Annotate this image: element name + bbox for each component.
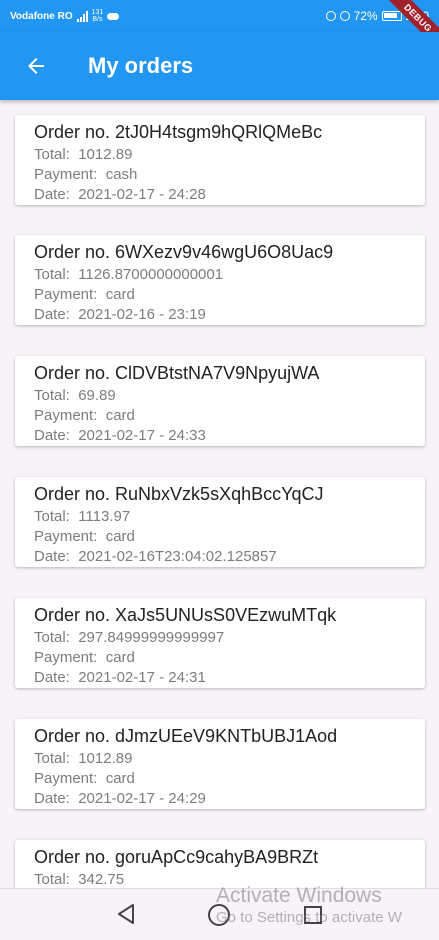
order-card[interactable]: Order no. 2tJ0H4tsgm9hQRlQMeBc Total: 10… <box>15 115 425 205</box>
order-payment: Payment: card <box>34 406 406 426</box>
date-label: Date: <box>34 790 70 807</box>
battery-percent: 72% <box>353 9 378 23</box>
payment-value: card <box>105 528 135 545</box>
order-payment: Payment: card <box>34 527 406 547</box>
order-total: Total: 297.84999999999997 <box>34 628 406 648</box>
date-value: 2021-02-16T23:04:02.125857 <box>78 548 277 565</box>
total-value: 69.89 <box>78 387 116 404</box>
total-value: 1012.89 <box>78 750 133 767</box>
order-date: Date: 2021-02-17 - 24:29 <box>34 789 406 809</box>
payment-value: cash <box>105 166 138 183</box>
total-label: Total: <box>34 146 70 163</box>
payment-value: card <box>105 649 135 666</box>
total-value: 1126.8700000000001 <box>78 266 224 283</box>
order-title: Order no. 2tJ0H4tsgm9hQRlQMeBc <box>34 122 323 142</box>
order-total: Total: 69.89 <box>34 386 406 406</box>
order-title: Order no. 6WXezv9v46wgU6O8Uac9 <box>34 242 334 262</box>
order-card[interactable]: Order no. RuNbxVzk5sXqhBccYqCJ Total: 11… <box>15 477 425 567</box>
speed-value: 131 <box>91 9 104 16</box>
nav-back-icon[interactable] <box>116 903 136 925</box>
order-payment: Payment: card <box>34 648 406 668</box>
total-value: 1113.97 <box>78 508 131 525</box>
app-bar: My orders <box>0 32 439 100</box>
arrow-back-icon <box>28 58 44 74</box>
order-total: Total: 1012.89 <box>34 145 406 165</box>
total-label: Total: <box>34 629 70 646</box>
total-label: Total: <box>34 750 70 767</box>
orders-list[interactable]: Order no. 2tJ0H4tsgm9hQRlQMeBc Total: 10… <box>0 100 439 888</box>
order-card[interactable]: Order no. goruApCc9cahyBA9BRZt Total: 34… <box>15 840 425 888</box>
date-value: 2021-02-17 - 24:28 <box>78 186 206 203</box>
order-payment: Payment: cash <box>34 165 406 185</box>
total-label: Total: <box>34 387 70 404</box>
alarm-icon <box>339 11 350 21</box>
payment-label: Payment: <box>34 286 98 303</box>
total-label: Total: <box>34 871 70 888</box>
payment-label: Payment: <box>34 528 98 545</box>
total-value: 1012.89 <box>78 146 133 163</box>
total-label: Total: <box>34 508 70 525</box>
total-value: 342.75 <box>78 871 125 888</box>
order-card[interactable]: Order no. 6WXezv9v46wgU6O8Uac9 Total: 11… <box>15 235 425 325</box>
payment-label: Payment: <box>34 770 98 787</box>
activate-windows-watermark: Activate Windows Go to Settings to activ… <box>216 883 402 927</box>
signal-icon <box>76 10 88 22</box>
eye-icon <box>325 11 336 21</box>
order-payment: Payment: card <box>34 769 406 789</box>
date-label: Date: <box>34 669 70 686</box>
carrier-label: Vodafone RO <box>10 10 73 22</box>
payment-label: Payment: <box>34 166 98 183</box>
watermark-title: Activate Windows <box>216 884 382 907</box>
order-card[interactable]: Order no. dJmzUEeV9KNTbUBJ1Aod Total: 10… <box>15 719 425 809</box>
speed-unit: B/s <box>92 16 103 23</box>
order-card[interactable]: Order no. XaJs5UNUsS0VEzwuMTqk Total: 29… <box>15 598 425 688</box>
back-button[interactable] <box>8 38 64 94</box>
date-value: 2021-02-17 - 24:29 <box>78 790 206 807</box>
status-bar: Vodafone RO 131 B/s 72% 22:0 DEBUG <box>0 0 439 56</box>
order-title: Order no. dJmzUEeV9KNTbUBJ1Aod <box>34 726 338 746</box>
date-label: Date: <box>34 427 70 444</box>
order-date: Date: 2021-02-17 - 24:31 <box>34 668 406 688</box>
total-label: Total: <box>34 266 70 283</box>
cloud-icon <box>107 12 120 20</box>
payment-value: card <box>105 286 135 303</box>
battery-icon <box>381 11 402 21</box>
date-label: Date: <box>34 306 70 323</box>
watermark-subtitle: Go to Settings to activate W <box>216 909 402 926</box>
order-total: Total: 1113.97 <box>34 507 406 527</box>
order-date: Date: 2021-02-17 - 24:33 <box>34 426 406 446</box>
payment-value: card <box>105 770 135 787</box>
order-total: Total: 1126.8700000000001 <box>34 265 406 285</box>
date-value: 2021-02-17 - 24:31 <box>78 669 206 686</box>
page-title: My orders <box>88 53 194 78</box>
order-title: Order no. goruApCc9cahyBA9BRZt <box>34 847 319 867</box>
total-value: 297.84999999999997 <box>78 629 225 646</box>
payment-label: Payment: <box>34 407 98 424</box>
payment-value: card <box>105 407 135 424</box>
order-total: Total: 1012.89 <box>34 749 406 769</box>
order-date: Date: 2021-02-16 - 23:19 <box>34 305 406 325</box>
order-payment: Payment: card <box>34 285 406 305</box>
order-title: Order no. ClDVBtstNA7V9NpyujWA <box>34 363 320 383</box>
order-date: Date: 2021-02-16T23:04:02.125857 <box>34 547 406 567</box>
date-label: Date: <box>34 186 70 203</box>
order-title: Order no. XaJs5UNUsS0VEzwuMTqk <box>34 605 337 625</box>
date-value: 2021-02-17 - 24:33 <box>78 427 206 444</box>
date-value: 2021-02-16 - 23:19 <box>78 306 206 323</box>
date-label: Date: <box>34 548 70 565</box>
order-card[interactable]: Order no. ClDVBtstNA7V9NpyujWA Total: 69… <box>15 356 425 446</box>
network-speed: 131 B/s <box>92 9 104 23</box>
order-date: Date: 2021-02-17 - 24:28 <box>34 185 406 205</box>
order-title: Order no. RuNbxVzk5sXqhBccYqCJ <box>34 484 324 504</box>
payment-label: Payment: <box>34 649 98 666</box>
